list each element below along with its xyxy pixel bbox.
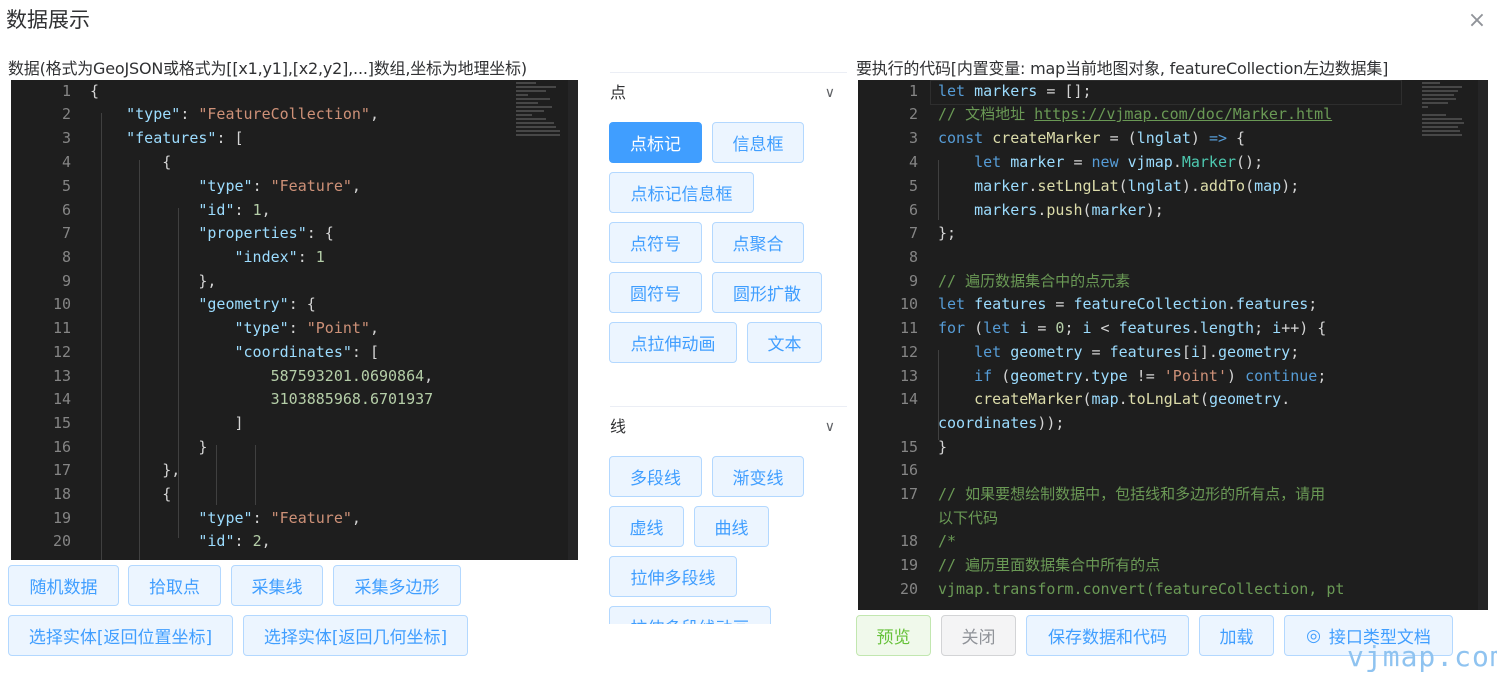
section-title: 点 [610,83,627,102]
example-point-extrude-anim[interactable]: 点拉伸动画 [609,322,737,363]
section-line-header[interactable]: 线 ∨ [610,406,847,447]
chevron-down-icon[interactable]: ∨ [825,73,835,113]
select-entity-geometry-button[interactable]: 选择实体[返回几何坐标] [243,615,468,656]
example-text[interactable]: 文本 [747,322,822,363]
example-dashed-line[interactable]: 虚线 [609,506,684,547]
chevron-down-icon[interactable]: ∨ [825,407,835,447]
scrollbar[interactable] [1478,80,1488,610]
example-extrude-polyline-anim[interactable]: 拉伸多段线动画 [609,606,771,624]
example-circle-spread[interactable]: 圆形扩散 [712,272,822,313]
code-editor[interactable]: 1 let markers = []; 2// 文档地址 https://vjma… [858,80,1488,610]
example-list[interactable]: 点 ∨ 点标记 信息框 点标记信息框 点符号 点聚合 圆符号 圆形扩散 点拉伸动… [605,60,850,624]
pick-point-button[interactable]: 拾取点 [128,565,221,606]
example-popup[interactable]: 信息框 [712,122,804,163]
watermark: vjmap.com [1347,640,1497,673]
scrollbar[interactable] [568,80,578,560]
load-button[interactable]: 加载 [1199,615,1274,656]
select-entity-position-button[interactable]: 选择实体[返回位置坐标] [8,615,233,656]
example-polyline[interactable]: 多段线 [609,456,702,497]
example-gradient-line[interactable]: 渐变线 [712,456,804,497]
example-circle-symbol[interactable]: 圆符号 [609,272,702,313]
code-label: 要执行的代码[内置变量: map当前地图对象, featureCollectio… [856,59,1389,78]
geojson-editor[interactable]: 1{ 2 "type": "FeatureCollection", 3 "fea… [11,80,578,560]
example-extrude-polyline[interactable]: 拉伸多段线 [609,556,737,597]
collect-line-button[interactable]: 采集线 [231,565,323,606]
section-point-header[interactable]: 点 ∨ [610,72,847,113]
collect-polygon-button[interactable]: 采集多边形 [333,565,461,606]
dialog-title: 数据展示 [6,8,90,32]
example-point-symbol[interactable]: 点符号 [609,222,702,263]
example-marker-popup[interactable]: 点标记信息框 [609,172,754,213]
preview-button[interactable]: 预览 [856,615,931,656]
save-data-code-button[interactable]: 保存数据和代码 [1026,615,1189,656]
section-title: 线 [610,417,627,436]
close-button[interactable]: 关闭 [941,615,1016,656]
example-point-cluster[interactable]: 点聚合 [712,222,804,263]
random-data-button[interactable]: 随机数据 [8,565,119,606]
example-marker[interactable]: 点标记 [609,122,702,163]
example-curve[interactable]: 曲线 [694,506,769,547]
data-label: 数据(格式为GeoJSON或格式为[[x1,y1],[x2,y2],...]数组… [8,59,527,78]
doc-icon: ◎ [1306,625,1321,646]
close-icon[interactable]: × [1462,6,1492,36]
